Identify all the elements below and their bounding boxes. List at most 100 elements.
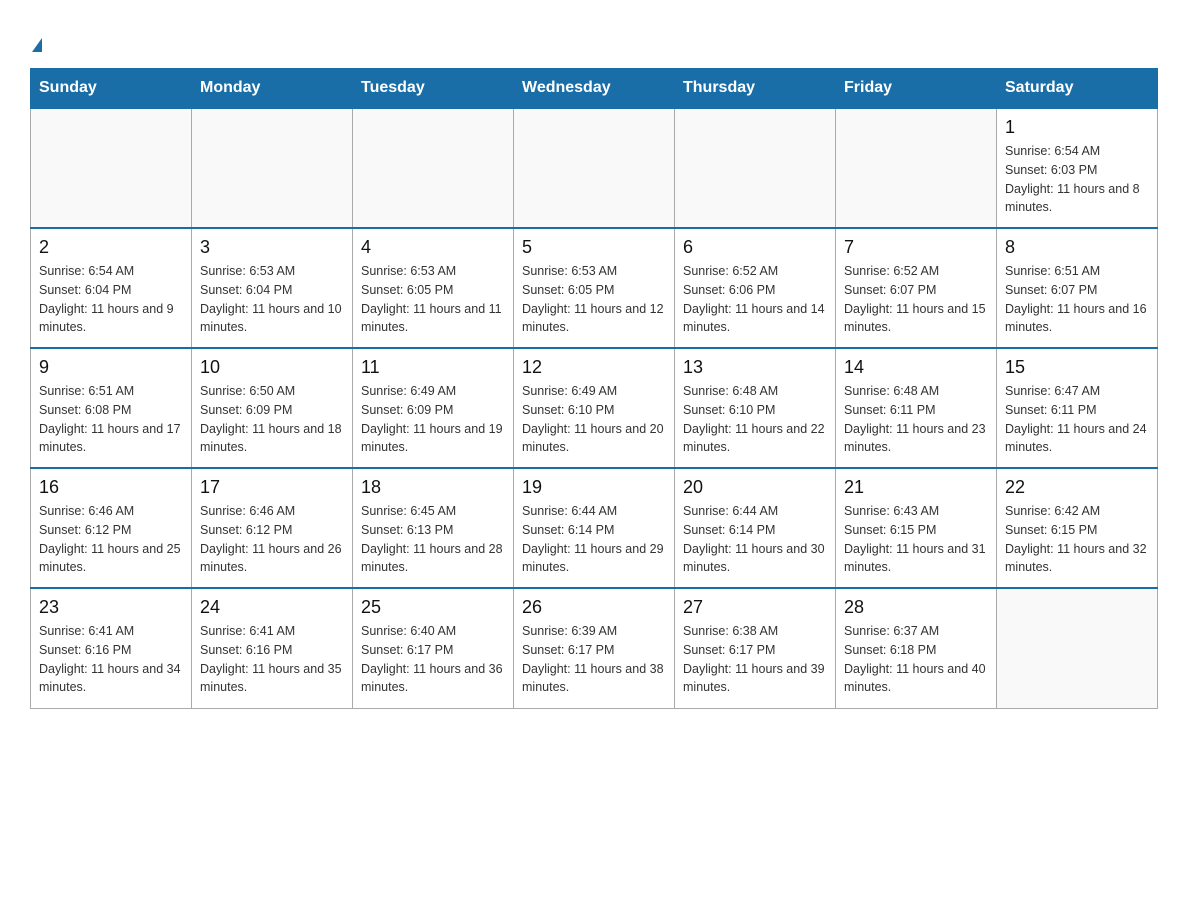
calendar-cell (514, 108, 675, 228)
day-number: 1 (1005, 117, 1149, 138)
day-info: Sunrise: 6:45 AMSunset: 6:13 PMDaylight:… (361, 502, 505, 577)
weekday-header-monday: Monday (192, 69, 353, 109)
calendar-week-4: 16 Sunrise: 6:46 AMSunset: 6:12 PMDayligh… (31, 468, 1158, 588)
calendar-cell (31, 108, 192, 228)
day-info: Sunrise: 6:52 AMSunset: 6:07 PMDaylight:… (844, 262, 988, 337)
calendar-cell: 21 Sunrise: 6:43 AMSunset: 6:15 PMDayligh… (836, 468, 997, 588)
calendar-cell: 2 Sunrise: 6:54 AMSunset: 6:04 PMDaylight… (31, 228, 192, 348)
day-number: 2 (39, 237, 183, 258)
day-number: 19 (522, 477, 666, 498)
calendar-cell: 22 Sunrise: 6:42 AMSunset: 6:15 PMDayligh… (997, 468, 1158, 588)
day-number: 5 (522, 237, 666, 258)
calendar-cell (997, 588, 1158, 708)
day-number: 8 (1005, 237, 1149, 258)
calendar-cell: 26 Sunrise: 6:39 AMSunset: 6:17 PMDayligh… (514, 588, 675, 708)
weekday-header-tuesday: Tuesday (353, 69, 514, 109)
day-number: 17 (200, 477, 344, 498)
calendar-cell: 23 Sunrise: 6:41 AMSunset: 6:16 PMDayligh… (31, 588, 192, 708)
logo (30, 20, 42, 58)
calendar-cell (836, 108, 997, 228)
calendar-week-2: 2 Sunrise: 6:54 AMSunset: 6:04 PMDaylight… (31, 228, 1158, 348)
day-info: Sunrise: 6:38 AMSunset: 6:17 PMDaylight:… (683, 622, 827, 697)
day-info: Sunrise: 6:41 AMSunset: 6:16 PMDaylight:… (39, 622, 183, 697)
day-info: Sunrise: 6:53 AMSunset: 6:05 PMDaylight:… (522, 262, 666, 337)
day-info: Sunrise: 6:46 AMSunset: 6:12 PMDaylight:… (200, 502, 344, 577)
day-number: 25 (361, 597, 505, 618)
calendar-cell (675, 108, 836, 228)
day-number: 22 (1005, 477, 1149, 498)
day-info: Sunrise: 6:48 AMSunset: 6:11 PMDaylight:… (844, 382, 988, 457)
day-number: 13 (683, 357, 827, 378)
calendar-cell (192, 108, 353, 228)
day-number: 6 (683, 237, 827, 258)
calendar-table: SundayMondayTuesdayWednesdayThursdayFrid… (30, 68, 1158, 709)
page-header (30, 20, 1158, 58)
calendar-cell: 11 Sunrise: 6:49 AMSunset: 6:09 PMDayligh… (353, 348, 514, 468)
day-number: 15 (1005, 357, 1149, 378)
day-number: 28 (844, 597, 988, 618)
logo-triangle-icon (32, 38, 42, 52)
calendar-cell: 24 Sunrise: 6:41 AMSunset: 6:16 PMDayligh… (192, 588, 353, 708)
calendar-cell: 7 Sunrise: 6:52 AMSunset: 6:07 PMDaylight… (836, 228, 997, 348)
calendar-cell: 10 Sunrise: 6:50 AMSunset: 6:09 PMDayligh… (192, 348, 353, 468)
day-info: Sunrise: 6:43 AMSunset: 6:15 PMDaylight:… (844, 502, 988, 577)
day-info: Sunrise: 6:41 AMSunset: 6:16 PMDaylight:… (200, 622, 344, 697)
day-info: Sunrise: 6:53 AMSunset: 6:04 PMDaylight:… (200, 262, 344, 337)
weekday-header-sunday: Sunday (31, 69, 192, 109)
day-info: Sunrise: 6:50 AMSunset: 6:09 PMDaylight:… (200, 382, 344, 457)
day-info: Sunrise: 6:47 AMSunset: 6:11 PMDaylight:… (1005, 382, 1149, 457)
weekday-header-thursday: Thursday (675, 69, 836, 109)
calendar-cell: 19 Sunrise: 6:44 AMSunset: 6:14 PMDayligh… (514, 468, 675, 588)
day-info: Sunrise: 6:42 AMSunset: 6:15 PMDaylight:… (1005, 502, 1149, 577)
day-number: 20 (683, 477, 827, 498)
day-number: 23 (39, 597, 183, 618)
day-info: Sunrise: 6:54 AMSunset: 6:04 PMDaylight:… (39, 262, 183, 337)
calendar-cell: 14Sunrise: 6:48 AMSunset: 6:11 PMDayligh… (836, 348, 997, 468)
day-number: 21 (844, 477, 988, 498)
day-number: 24 (200, 597, 344, 618)
day-info: Sunrise: 6:44 AMSunset: 6:14 PMDaylight:… (683, 502, 827, 577)
day-info: Sunrise: 6:40 AMSunset: 6:17 PMDaylight:… (361, 622, 505, 697)
calendar-cell: 6 Sunrise: 6:52 AMSunset: 6:06 PMDaylight… (675, 228, 836, 348)
calendar-cell: 18 Sunrise: 6:45 AMSunset: 6:13 PMDayligh… (353, 468, 514, 588)
day-number: 7 (844, 237, 988, 258)
day-info: Sunrise: 6:53 AMSunset: 6:05 PMDaylight:… (361, 262, 505, 337)
calendar-cell: 15 Sunrise: 6:47 AMSunset: 6:11 PMDayligh… (997, 348, 1158, 468)
day-info: Sunrise: 6:46 AMSunset: 6:12 PMDaylight:… (39, 502, 183, 577)
calendar-cell: 8Sunrise: 6:51 AMSunset: 6:07 PMDaylight… (997, 228, 1158, 348)
day-info: Sunrise: 6:49 AMSunset: 6:09 PMDaylight:… (361, 382, 505, 457)
calendar-cell: 12Sunrise: 6:49 AMSunset: 6:10 PMDayligh… (514, 348, 675, 468)
calendar-cell: 16 Sunrise: 6:46 AMSunset: 6:12 PMDayligh… (31, 468, 192, 588)
calendar-cell: 4 Sunrise: 6:53 AMSunset: 6:05 PMDaylight… (353, 228, 514, 348)
day-number: 26 (522, 597, 666, 618)
logo-text (30, 30, 42, 58)
day-number: 16 (39, 477, 183, 498)
day-info: Sunrise: 6:37 AMSunset: 6:18 PMDaylight:… (844, 622, 988, 697)
calendar-cell: 27 Sunrise: 6:38 AMSunset: 6:17 PMDayligh… (675, 588, 836, 708)
day-number: 4 (361, 237, 505, 258)
calendar-cell: 5 Sunrise: 6:53 AMSunset: 6:05 PMDaylight… (514, 228, 675, 348)
weekday-header-row: SundayMondayTuesdayWednesdayThursdayFrid… (31, 69, 1158, 109)
calendar-week-3: 9 Sunrise: 6:51 AMSunset: 6:08 PMDaylight… (31, 348, 1158, 468)
calendar-cell: 13 Sunrise: 6:48 AMSunset: 6:10 PMDayligh… (675, 348, 836, 468)
day-number: 10 (200, 357, 344, 378)
day-info: Sunrise: 6:39 AMSunset: 6:17 PMDaylight:… (522, 622, 666, 697)
calendar-week-5: 23 Sunrise: 6:41 AMSunset: 6:16 PMDayligh… (31, 588, 1158, 708)
day-info: Sunrise: 6:48 AMSunset: 6:10 PMDaylight:… (683, 382, 827, 457)
calendar-cell: 28 Sunrise: 6:37 AMSunset: 6:18 PMDayligh… (836, 588, 997, 708)
day-info: Sunrise: 6:52 AMSunset: 6:06 PMDaylight:… (683, 262, 827, 337)
day-info: Sunrise: 6:54 AMSunset: 6:03 PMDaylight:… (1005, 142, 1149, 217)
weekday-header-saturday: Saturday (997, 69, 1158, 109)
day-number: 9 (39, 357, 183, 378)
day-number: 18 (361, 477, 505, 498)
day-number: 11 (361, 357, 505, 378)
weekday-header-wednesday: Wednesday (514, 69, 675, 109)
day-info: Sunrise: 6:44 AMSunset: 6:14 PMDaylight:… (522, 502, 666, 577)
calendar-cell: 25 Sunrise: 6:40 AMSunset: 6:17 PMDayligh… (353, 588, 514, 708)
day-number: 27 (683, 597, 827, 618)
calendar-cell: 9 Sunrise: 6:51 AMSunset: 6:08 PMDaylight… (31, 348, 192, 468)
calendar-cell (353, 108, 514, 228)
day-info: Sunrise: 6:51 AMSunset: 6:08 PMDaylight:… (39, 382, 183, 457)
day-info: Sunrise: 6:49 AMSunset: 6:10 PMDaylight:… (522, 382, 666, 457)
weekday-header-friday: Friday (836, 69, 997, 109)
